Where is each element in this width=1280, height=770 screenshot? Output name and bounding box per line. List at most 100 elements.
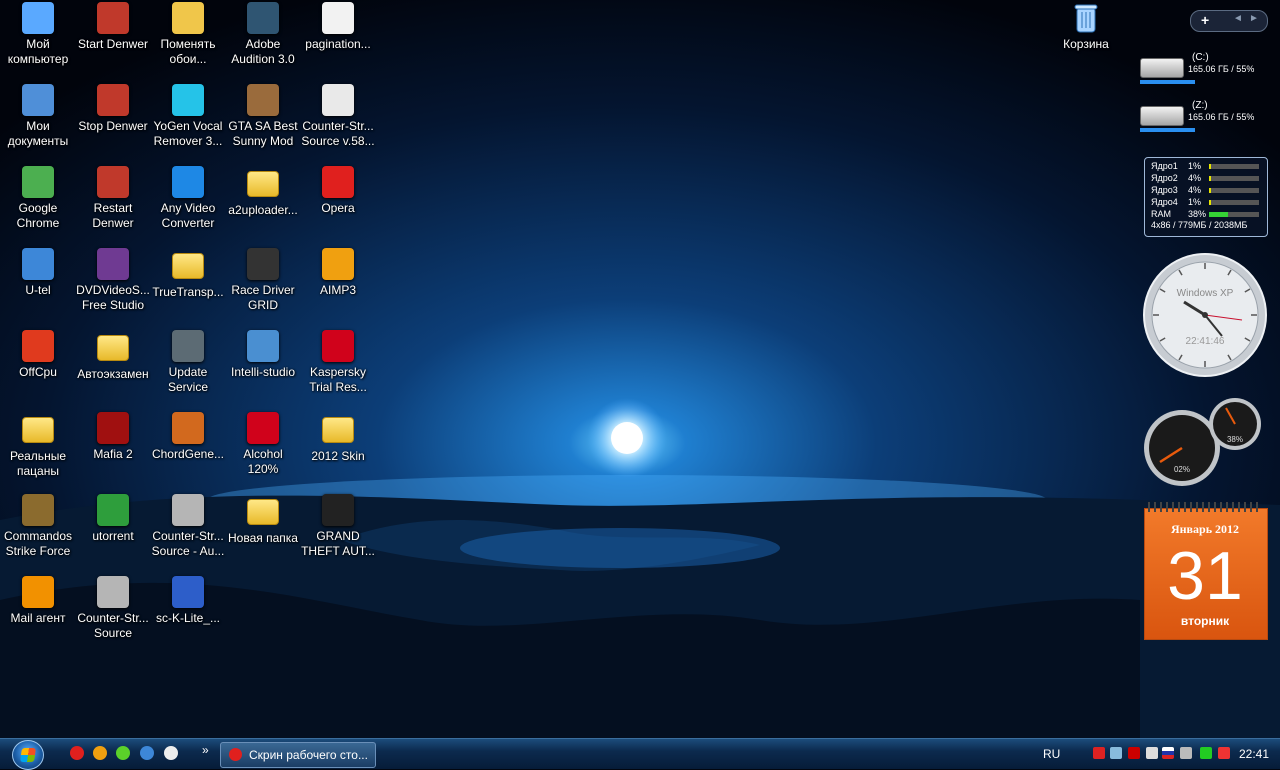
tray-display-icon[interactable] bbox=[1146, 747, 1158, 759]
desktop-icon-label: DVDVideoS... Free Studio bbox=[76, 283, 150, 312]
start-button[interactable] bbox=[12, 740, 44, 770]
desktop-icon[interactable]: Google Chrome bbox=[0, 166, 76, 231]
desktop-icon-label: Поменять обои... bbox=[160, 37, 216, 66]
panda-quicklaunch-icon[interactable] bbox=[164, 746, 178, 760]
tray-kaspersky-icon[interactable] bbox=[1128, 747, 1140, 759]
cpu-meter-value: 4% bbox=[1188, 185, 1202, 195]
icq-quicklaunch-icon[interactable] bbox=[116, 746, 130, 760]
desktop-icon[interactable]: AIMP3 bbox=[300, 248, 376, 298]
desktop-icon[interactable]: Mafia 2 bbox=[75, 412, 151, 462]
network-icon bbox=[22, 248, 54, 280]
audition-icon bbox=[247, 2, 279, 34]
desktop-icon[interactable]: Stop Denwer bbox=[75, 84, 151, 134]
tray-language-flag-icon[interactable] bbox=[1162, 747, 1174, 759]
desktop-icon[interactable]: Start Denwer bbox=[75, 2, 151, 52]
desktop-icon[interactable]: Race Driver GRID bbox=[225, 248, 301, 313]
freestudio-icon bbox=[97, 248, 129, 280]
window-icon bbox=[322, 84, 354, 116]
speedometer-gadget: 02% 38% bbox=[1144, 398, 1261, 486]
hard-drive-icon bbox=[1140, 106, 1184, 126]
desktop-icon-label: OffCpu bbox=[19, 365, 57, 379]
desktop-icon[interactable]: Intelli-studio bbox=[225, 330, 301, 380]
desktop-icon[interactable]: Новая папка bbox=[225, 494, 301, 546]
klite-icon bbox=[172, 576, 204, 608]
desktop-icon[interactable]: Opera bbox=[300, 166, 376, 216]
cpu-speedometer-value: 02% bbox=[1174, 465, 1190, 474]
calendar-weekday: вторник bbox=[1180, 614, 1230, 628]
cpu-meter-fill bbox=[1209, 164, 1211, 169]
desktop-icon[interactable]: utorrent bbox=[75, 494, 151, 544]
tray-app-icon[interactable] bbox=[1093, 747, 1105, 759]
tray-network-icon[interactable] bbox=[1110, 747, 1122, 759]
desktop-icon[interactable]: Мой компьютер bbox=[0, 2, 76, 67]
aimp-icon bbox=[322, 248, 354, 280]
desktop-icon[interactable]: Counter-Str... Source bbox=[75, 576, 151, 641]
desktop-icon[interactable]: Mail агент bbox=[0, 576, 76, 626]
language-indicator[interactable]: RU bbox=[1043, 747, 1060, 761]
taskbar-window-button[interactable]: Скрин рабочего сто... bbox=[220, 742, 376, 768]
cpu-meter-bar bbox=[1209, 188, 1259, 193]
cpu-meter-fill bbox=[1209, 212, 1228, 217]
opera-icon bbox=[229, 748, 242, 761]
desktop-icon[interactable]: Counter-Str... Source - Au... bbox=[150, 494, 226, 559]
desktop-icon[interactable]: sc-K-Lite_... bbox=[150, 576, 226, 626]
aimp-quicklaunch-icon[interactable] bbox=[93, 746, 107, 760]
desktop-icon[interactable]: Any Video Converter bbox=[150, 166, 226, 231]
cpu-meter-name: Ядро3 bbox=[1151, 185, 1178, 195]
desktop-icon[interactable]: Автоэкзамен bbox=[75, 330, 151, 382]
prev-gadget-icon[interactable]: ◄ bbox=[1233, 13, 1243, 24]
desktop-icon[interactable]: TrueTransp... bbox=[150, 248, 226, 300]
cpu-meter-row: Ядро1 1% bbox=[1151, 161, 1263, 173]
desktop-icon[interactable]: Поменять обои... bbox=[150, 2, 226, 67]
desktop-icon-label: utorrent bbox=[92, 529, 134, 543]
desktop-icon[interactable]: GRAND THEFT AUT... bbox=[300, 494, 376, 559]
drive-name: (Z:) bbox=[1192, 100, 1208, 111]
opera-quicklaunch-icon[interactable] bbox=[70, 746, 84, 760]
desktop-icon[interactable]: pagination... bbox=[300, 2, 376, 52]
desktop-icon[interactable]: OffCpu bbox=[0, 330, 76, 380]
desktop-icon[interactable]: Alcohol 120% bbox=[225, 412, 301, 477]
desktop-icon[interactable]: ChordGene... bbox=[150, 412, 226, 462]
desktop-icon[interactable]: 2012 Skin bbox=[300, 412, 376, 464]
desktop-icon[interactable]: Counter-Str... Source v.58... bbox=[300, 84, 376, 149]
desktop-icon[interactable]: Commandos Strike Force bbox=[0, 494, 76, 559]
desktop-icon[interactable]: Kaspersky Trial Res... bbox=[300, 330, 376, 395]
desktop-icon[interactable]: Мои документы bbox=[0, 84, 76, 149]
tray-battery-icon[interactable] bbox=[1200, 747, 1212, 759]
tray-pen-icon[interactable] bbox=[1180, 747, 1192, 759]
folder-icon bbox=[22, 417, 54, 443]
desktop-icon-label: AIMP3 bbox=[319, 283, 356, 297]
desktop-icon[interactable]: GTA SA Best Sunny Mod bbox=[225, 84, 301, 149]
cpu-meter-name: Ядро2 bbox=[1151, 173, 1178, 183]
chrome-icon bbox=[22, 166, 54, 198]
desktop-icon[interactable]: Update Service bbox=[150, 330, 226, 395]
desktop-icon-label: TrueTransp... bbox=[152, 285, 224, 299]
desktop-icon[interactable]: Реальные пацаны bbox=[0, 412, 76, 479]
desktop-icon-label: Mafia 2 bbox=[93, 447, 133, 461]
desktop-icon-label: Any Video Converter bbox=[160, 201, 216, 230]
quicklaunch-overflow-icon[interactable]: » bbox=[202, 743, 209, 757]
desktop-icon[interactable]: a2uploader... bbox=[225, 166, 301, 218]
cpu-meter-bar bbox=[1209, 164, 1259, 169]
cpu-meter-name: Ядро1 bbox=[1151, 161, 1178, 171]
desktop-icon-label: GRAND THEFT AUT... bbox=[301, 529, 375, 558]
desktop-icon-label: pagination... bbox=[305, 37, 371, 51]
windows-logo-icon bbox=[20, 748, 36, 762]
next-gadget-icon[interactable]: ► bbox=[1249, 13, 1259, 24]
taskbar-clock[interactable]: 22:41 bbox=[1239, 747, 1269, 761]
drive-name: (C:) bbox=[1192, 52, 1209, 63]
gta4-icon bbox=[322, 494, 354, 526]
tray-update-icon[interactable] bbox=[1218, 747, 1230, 759]
cpu-meter-bar bbox=[1209, 200, 1259, 205]
desktop-icon[interactable]: DVDVideoS... Free Studio bbox=[75, 248, 151, 313]
add-gadget-button[interactable]: + bbox=[1201, 12, 1209, 28]
desktop-icon[interactable]: Adobe Audition 3.0 bbox=[225, 2, 301, 67]
desktop-icon[interactable]: U-tel bbox=[0, 248, 76, 298]
utorrent-icon bbox=[97, 494, 129, 526]
network-quicklaunch-icon[interactable] bbox=[140, 746, 154, 760]
desktop-icon[interactable]: Restart Denwer bbox=[75, 166, 151, 231]
desktop-icon[interactable]: YoGen Vocal Remover 3... bbox=[150, 84, 226, 149]
folder-icon bbox=[247, 171, 279, 197]
recycle-bin[interactable]: Корзина bbox=[1048, 2, 1124, 52]
desktop-icon-label: Новая папка bbox=[228, 531, 298, 545]
